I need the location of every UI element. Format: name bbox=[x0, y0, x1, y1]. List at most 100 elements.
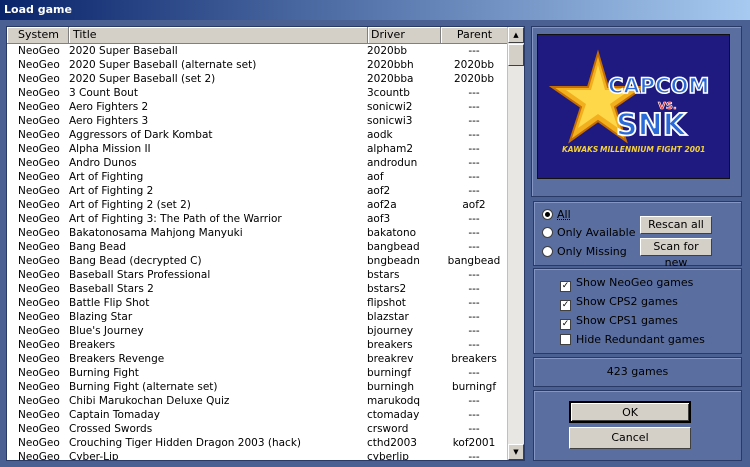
show-cps2-check-icon[interactable]: ✓ bbox=[560, 300, 571, 311]
row-system: NeoGeo bbox=[18, 171, 60, 183]
row-system: NeoGeo bbox=[18, 269, 60, 281]
table-row[interactable]: NeoGeo 2020 Super Baseball 2020bb --- bbox=[7, 44, 509, 58]
table-row[interactable]: NeoGeo Alpha Mission II alpham2 --- bbox=[7, 142, 509, 156]
table-row[interactable]: NeoGeo Blazing Star blazstar --- bbox=[7, 310, 509, 324]
row-title: Crossed Swords bbox=[69, 423, 153, 435]
row-title: Crouching Tiger Hidden Dragon 2003 (hack… bbox=[69, 437, 301, 449]
column-parent[interactable]: Parent bbox=[441, 27, 509, 43]
row-title: Bang Bead (decrypted C) bbox=[69, 255, 202, 267]
table-row[interactable]: NeoGeo Bang Bead (decrypted C) bngbeadn ban… bbox=[7, 254, 509, 268]
game-count: 423 games bbox=[606, 365, 669, 378]
row-system: NeoGeo bbox=[18, 325, 60, 337]
row-system: NeoGeo bbox=[18, 143, 60, 155]
row-parent: --- bbox=[468, 213, 480, 225]
row-title: Art of Fighting bbox=[69, 171, 144, 183]
row-driver: 3countb bbox=[367, 87, 410, 99]
table-row[interactable]: NeoGeo Battle Flip Shot flipshot --- bbox=[7, 296, 509, 310]
row-parent: 2020bb bbox=[453, 73, 495, 85]
table-row[interactable]: NeoGeo Baseball Stars 2 bstars2 --- bbox=[7, 282, 509, 296]
row-parent: --- bbox=[468, 143, 480, 155]
row-title: Aggressors of Dark Kombat bbox=[69, 129, 213, 141]
table-row[interactable]: NeoGeo Art of Fighting aof --- bbox=[7, 170, 509, 184]
scroll-up-button[interactable]: ▲ bbox=[508, 27, 524, 43]
row-parent: --- bbox=[468, 101, 480, 113]
table-row[interactable]: NeoGeo Cyber-Lip cyberlip --- bbox=[7, 450, 509, 461]
table-row[interactable]: NeoGeo Art of Fighting 3: The Path of the… bbox=[7, 212, 509, 226]
row-system: NeoGeo bbox=[18, 87, 60, 99]
row-title: Art of Fighting 2 (set 2) bbox=[69, 199, 191, 211]
row-system: NeoGeo bbox=[18, 283, 60, 295]
show-cps2-checkbox[interactable]: ✓ Show CPS2 games bbox=[560, 294, 678, 311]
table-row[interactable]: NeoGeo Art of Fighting 2 (set 2) aof2a aof2 bbox=[7, 198, 509, 212]
row-driver: bangbead bbox=[367, 241, 420, 253]
show-neogeo-checkbox[interactable]: ✓ Show NeoGeo games bbox=[560, 275, 693, 292]
table-row[interactable]: NeoGeo Breakers breakers --- bbox=[7, 338, 509, 352]
radio-only-available-dot[interactable] bbox=[542, 227, 553, 238]
radio-only-available[interactable]: Only Available bbox=[542, 225, 635, 241]
window-title: Load game bbox=[0, 0, 750, 20]
radio-only-missing[interactable]: Only Missing bbox=[542, 244, 627, 260]
table-row[interactable]: NeoGeo Crossed Swords crsword --- bbox=[7, 422, 509, 436]
scroll-thumb[interactable] bbox=[508, 44, 524, 66]
row-parent: --- bbox=[468, 367, 480, 379]
row-parent: --- bbox=[468, 115, 480, 127]
table-row[interactable]: NeoGeo Baseball Stars Professional bstars -… bbox=[7, 268, 509, 282]
game-list[interactable]: System Title Driver Parent NeoGeo 2020 Su… bbox=[6, 26, 525, 461]
row-parent: --- bbox=[468, 311, 480, 323]
row-parent: --- bbox=[468, 45, 480, 57]
row-system: NeoGeo bbox=[18, 409, 60, 421]
row-parent: --- bbox=[468, 171, 480, 183]
show-cps1-check-icon[interactable]: ✓ bbox=[560, 319, 571, 330]
row-title: Bakatonosama Mahjong Manyuki bbox=[69, 227, 243, 239]
show-cps1-label: Show CPS1 games bbox=[576, 314, 678, 327]
radio-all-dot[interactable] bbox=[542, 209, 553, 220]
row-system: NeoGeo bbox=[18, 199, 60, 211]
table-row[interactable]: NeoGeo Captain Tomaday ctomaday --- bbox=[7, 408, 509, 422]
show-neogeo-check-icon[interactable]: ✓ bbox=[560, 281, 571, 292]
row-driver: 2020bbh bbox=[367, 59, 414, 71]
show-cps1-checkbox[interactable]: ✓ Show CPS1 games bbox=[560, 313, 678, 330]
row-parent: --- bbox=[468, 325, 480, 337]
row-title: Aero Fighters 2 bbox=[69, 101, 149, 113]
row-title: Andro Dunos bbox=[69, 157, 137, 169]
column-system[interactable]: System bbox=[7, 27, 69, 43]
row-system: NeoGeo bbox=[18, 115, 60, 127]
row-system: NeoGeo bbox=[18, 157, 60, 169]
rescan-all-button[interactable]: Rescan all bbox=[640, 216, 712, 234]
hide-redundant-check-icon[interactable] bbox=[560, 334, 571, 345]
scroll-down-button[interactable]: ▼ bbox=[508, 444, 524, 460]
table-row[interactable]: NeoGeo Chibi Marukochan Deluxe Quiz maruko… bbox=[7, 394, 509, 408]
row-title: Burning Fight bbox=[69, 367, 139, 379]
radio-only-missing-dot[interactable] bbox=[542, 246, 553, 257]
column-title[interactable]: Title bbox=[69, 27, 368, 43]
ok-button[interactable]: OK bbox=[569, 401, 691, 423]
table-row[interactable]: NeoGeo Aggressors of Dark Kombat aodk --- bbox=[7, 128, 509, 142]
row-system: NeoGeo bbox=[18, 129, 60, 141]
table-row[interactable]: NeoGeo Crouching Tiger Hidden Dragon 2003… bbox=[7, 436, 509, 450]
table-row[interactable]: NeoGeo Blue's Journey bjourney --- bbox=[7, 324, 509, 338]
list-scrollbar[interactable]: ▲ ▼ bbox=[507, 27, 524, 460]
table-row[interactable]: NeoGeo Burning Fight burningf --- bbox=[7, 366, 509, 380]
table-row[interactable]: NeoGeo Breakers Revenge breakrev breakers bbox=[7, 352, 509, 366]
hide-redundant-checkbox[interactable]: Hide Redundant games bbox=[560, 332, 740, 348]
table-row[interactable]: NeoGeo Art of Fighting 2 aof2 --- bbox=[7, 184, 509, 198]
table-row[interactable]: NeoGeo 2020 Super Baseball (alternate set… bbox=[7, 58, 509, 72]
table-row[interactable]: NeoGeo Bang Bead bangbead --- bbox=[7, 240, 509, 254]
table-row[interactable]: NeoGeo 3 Count Bout 3countb --- bbox=[7, 86, 509, 100]
row-title: Cyber-Lip bbox=[69, 451, 119, 461]
radio-all[interactable]: All bbox=[542, 207, 571, 223]
row-driver: bngbeadn bbox=[367, 255, 420, 267]
table-row[interactable]: NeoGeo Aero Fighters 3 sonicwi3 --- bbox=[7, 114, 509, 128]
table-row[interactable]: NeoGeo Burning Fight (alternate set) burni… bbox=[7, 380, 509, 394]
cancel-button[interactable]: Cancel bbox=[569, 427, 691, 449]
hide-redundant-label: Hide Redundant games bbox=[576, 333, 705, 346]
list-rows: NeoGeo 2020 Super Baseball 2020bb --- NeoGeo… bbox=[7, 44, 509, 461]
table-row[interactable]: NeoGeo 2020 Super Baseball (set 2) 2020bba… bbox=[7, 72, 509, 86]
list-header: System Title Driver Parent bbox=[7, 27, 509, 44]
table-row[interactable]: NeoGeo Andro Dunos androdun --- bbox=[7, 156, 509, 170]
table-row[interactable]: NeoGeo Aero Fighters 2 sonicwi2 --- bbox=[7, 100, 509, 114]
row-parent: --- bbox=[468, 451, 480, 461]
scan-for-new-button[interactable]: Scan for new bbox=[640, 238, 712, 269]
table-row[interactable]: NeoGeo Bakatonosama Mahjong Manyuki bakato… bbox=[7, 226, 509, 240]
column-driver[interactable]: Driver bbox=[368, 27, 441, 43]
